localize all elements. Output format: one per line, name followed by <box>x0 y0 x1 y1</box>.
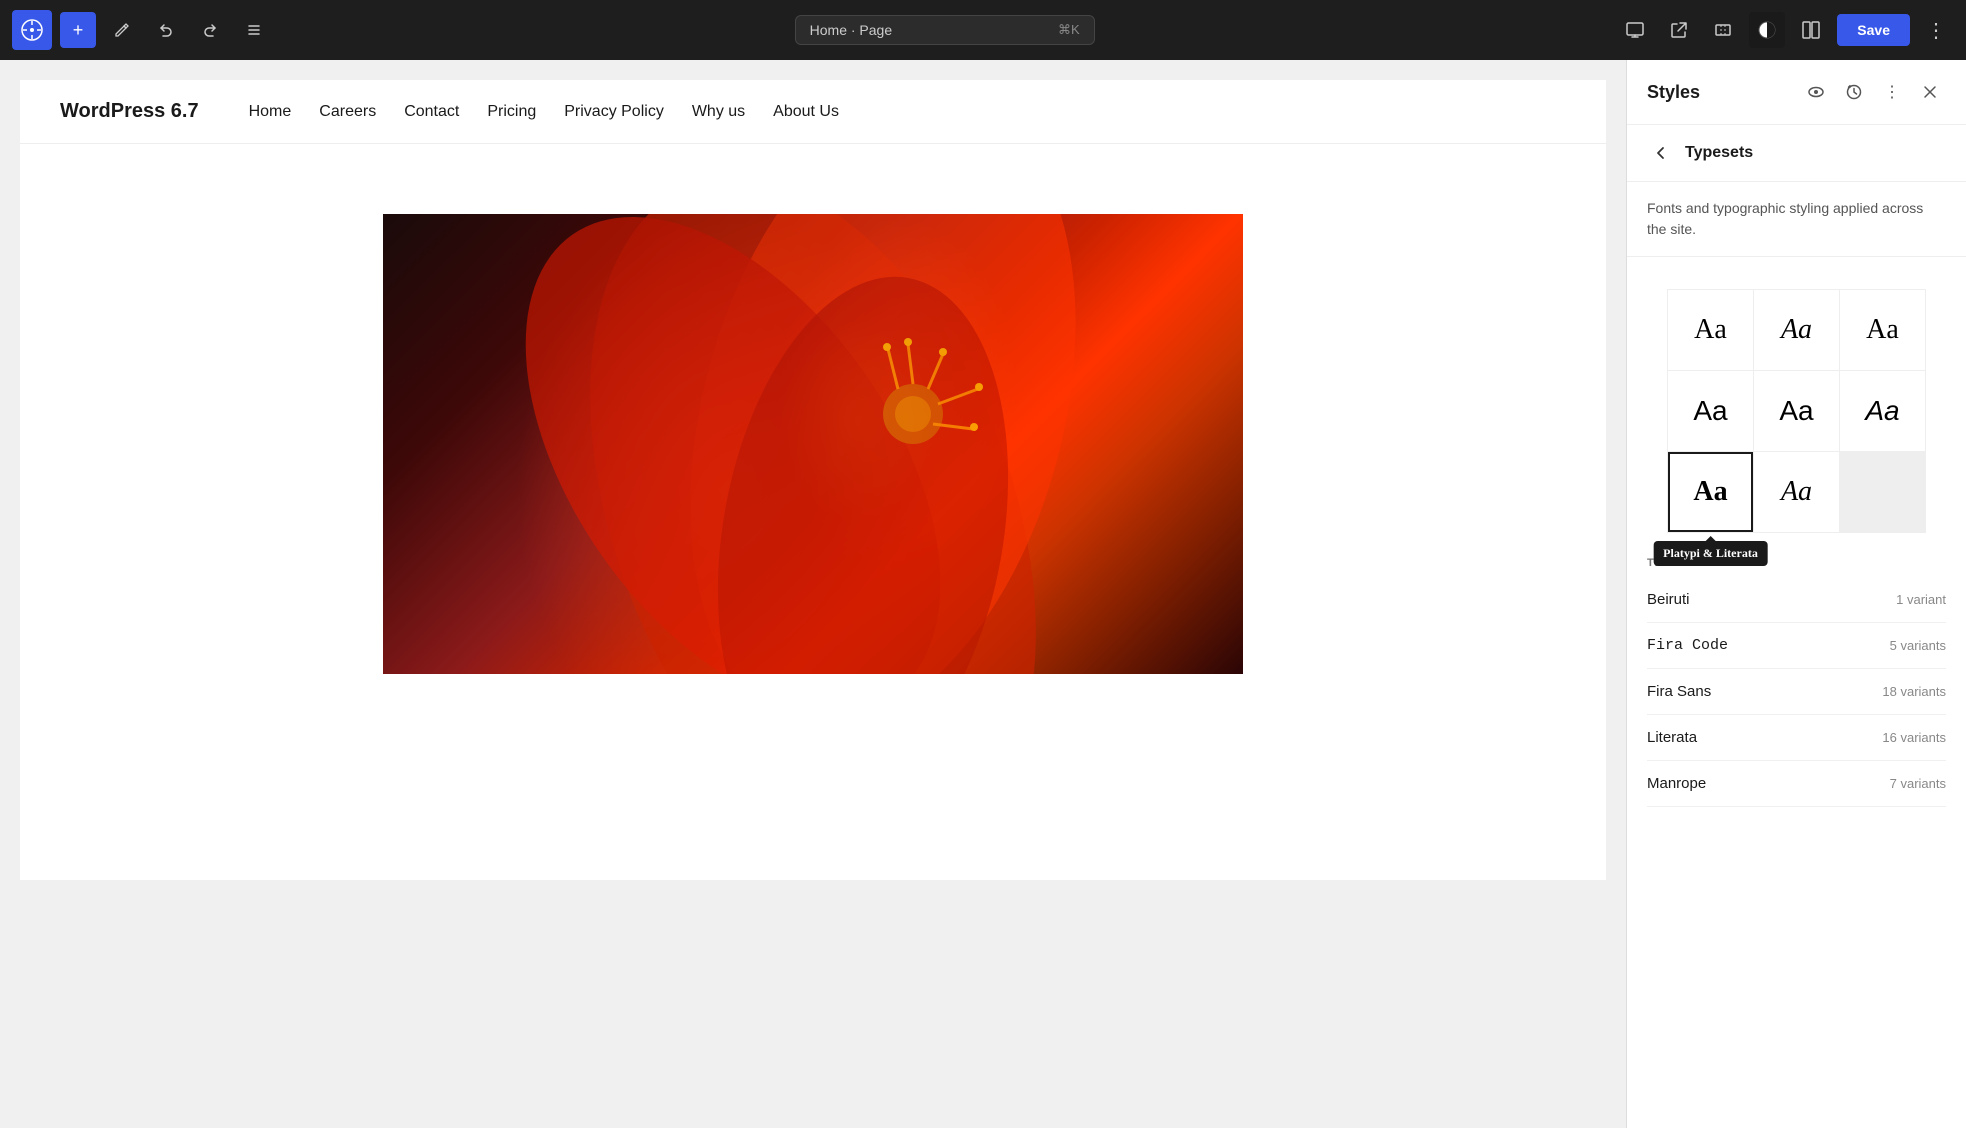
contrast-button[interactable] <box>1749 12 1785 48</box>
font-variants-beiruti: 1 variant <box>1896 592 1946 607</box>
font-variants-literata: 16 variants <box>1882 730 1946 745</box>
font-list: Beiruti 1 variant Fira Code 5 variants F… <box>1647 577 1946 807</box>
typeset-cell-2[interactable]: Aa <box>1754 290 1839 370</box>
wp-logo-icon[interactable] <box>12 10 52 50</box>
font-variants-manrope: 7 variants <box>1890 776 1946 791</box>
page-nav: WordPress 6.7 Home Careers Contact Prici… <box>20 80 1606 144</box>
add-button[interactable]: + <box>60 12 96 48</box>
nav-link-whyus[interactable]: Why us <box>692 103 745 120</box>
panel-header-icons: ⋮ <box>1800 76 1946 108</box>
typesets-title: Typesets <box>1685 144 1753 162</box>
nav-link-privacy[interactable]: Privacy Policy <box>564 103 664 120</box>
font-name-firasans: Fira Sans <box>1647 683 1711 700</box>
typeset-cell-6[interactable]: Aa <box>1840 371 1925 451</box>
nav-item-privacy[interactable]: Privacy Policy <box>564 103 664 121</box>
external-view-button[interactable] <box>1661 12 1697 48</box>
toolbar-center: Home · Page ⌘K <box>280 15 1609 45</box>
typeset-cell-5[interactable]: Aa <box>1754 371 1839 451</box>
font-variants-firacode: 5 variants <box>1890 638 1946 653</box>
nav-item-contact[interactable]: Contact <box>404 103 459 121</box>
typeset-cell-platypi[interactable]: Aa Platypi & Literata <box>1668 452 1753 532</box>
nav-item-whyus[interactable]: Why us <box>692 103 745 121</box>
font-list-item-manrope[interactable]: Manrope 7 variants <box>1647 761 1946 807</box>
font-variants-firasans: 18 variants <box>1882 684 1946 699</box>
typesets-back-button[interactable] <box>1647 139 1675 167</box>
nav-item-careers[interactable]: Careers <box>319 103 376 121</box>
panel-title: Styles <box>1647 82 1700 103</box>
typeset-cell-literata[interactable]: Aa <box>1754 452 1839 532</box>
desktop-view-button[interactable] <box>1617 12 1653 48</box>
search-text: Home · Page <box>810 22 892 38</box>
nav-link-home[interactable]: Home <box>249 103 292 120</box>
save-button[interactable]: Save <box>1837 14 1910 46</box>
toolbar: + Home · Page ⌘K Save ⋮ <box>0 0 1966 60</box>
theme-section: THEME Beiruti 1 variant Fira Code 5 vari… <box>1627 553 1966 807</box>
page-search[interactable]: Home · Page ⌘K <box>795 15 1095 45</box>
nav-link-aboutus[interactable]: About Us <box>773 103 839 120</box>
page-content: WordPress 6.7 Home Careers Contact Prici… <box>20 80 1606 880</box>
styles-eye-button[interactable] <box>1800 76 1832 108</box>
toolbar-right: Save ⋮ <box>1617 12 1954 48</box>
search-shortcut: ⌘K <box>1058 22 1080 38</box>
font-grid-container: Aa Aa Aa Aa Aa Aa Aa Platypi & Literata … <box>1627 257 1966 553</box>
font-list-item-firasans[interactable]: Fira Sans 18 variants <box>1647 669 1946 715</box>
undo-button[interactable] <box>148 12 184 48</box>
typeset-cell-4[interactable]: Aa <box>1668 371 1753 451</box>
theme-label: THEME <box>1647 553 1946 569</box>
typesets-description: Fonts and typographic styling applied ac… <box>1627 182 1966 257</box>
edit-button[interactable] <box>104 12 140 48</box>
nav-link-pricing[interactable]: Pricing <box>487 103 536 120</box>
hero-image <box>383 214 1243 674</box>
typeset-cell-3[interactable]: Aa <box>1840 290 1925 370</box>
site-logo: WordPress 6.7 <box>60 100 199 123</box>
typeset-cell-1[interactable]: Aa <box>1668 290 1753 370</box>
font-typeset-grid: Aa Aa Aa Aa Aa Aa Aa Platypi & Literata … <box>1667 289 1926 533</box>
styles-history-button[interactable] <box>1838 76 1870 108</box>
main-layout: WordPress 6.7 Home Careers Contact Prici… <box>0 60 1966 1128</box>
nav-item-home[interactable]: Home <box>249 103 292 121</box>
font-list-item-beiruti[interactable]: Beiruti 1 variant <box>1647 577 1946 623</box>
page-canvas: WordPress 6.7 Home Careers Contact Prici… <box>0 60 1626 1128</box>
panel-header: Styles ⋮ <box>1627 60 1966 125</box>
font-list-item-firacode[interactable]: Fira Code 5 variants <box>1647 623 1946 669</box>
styles-more-button[interactable]: ⋮ <box>1876 76 1908 108</box>
font-name-firacode: Fira Code <box>1647 637 1728 654</box>
resize-button[interactable] <box>1705 12 1741 48</box>
nav-item-pricing[interactable]: Pricing <box>487 103 536 121</box>
nav-links: Home Careers Contact Pricing Privacy Pol… <box>249 103 839 121</box>
typesets-header: Typesets <box>1627 125 1966 182</box>
styles-close-button[interactable] <box>1914 76 1946 108</box>
right-panel: Styles ⋮ Typesets Fonts and typ <box>1626 60 1966 1128</box>
list-view-button[interactable] <box>236 12 272 48</box>
nav-link-careers[interactable]: Careers <box>319 103 376 120</box>
font-name-literata: Literata <box>1647 729 1697 746</box>
font-name-beiruti: Beiruti <box>1647 591 1690 608</box>
nav-item-aboutus[interactable]: About Us <box>773 103 839 121</box>
redo-button[interactable] <box>192 12 228 48</box>
more-options-button[interactable]: ⋮ <box>1918 12 1954 48</box>
nav-link-contact[interactable]: Contact <box>404 103 459 120</box>
font-name-manrope: Manrope <box>1647 775 1706 792</box>
panels-button[interactable] <box>1793 12 1829 48</box>
font-list-item-literata[interactable]: Literata 16 variants <box>1647 715 1946 761</box>
